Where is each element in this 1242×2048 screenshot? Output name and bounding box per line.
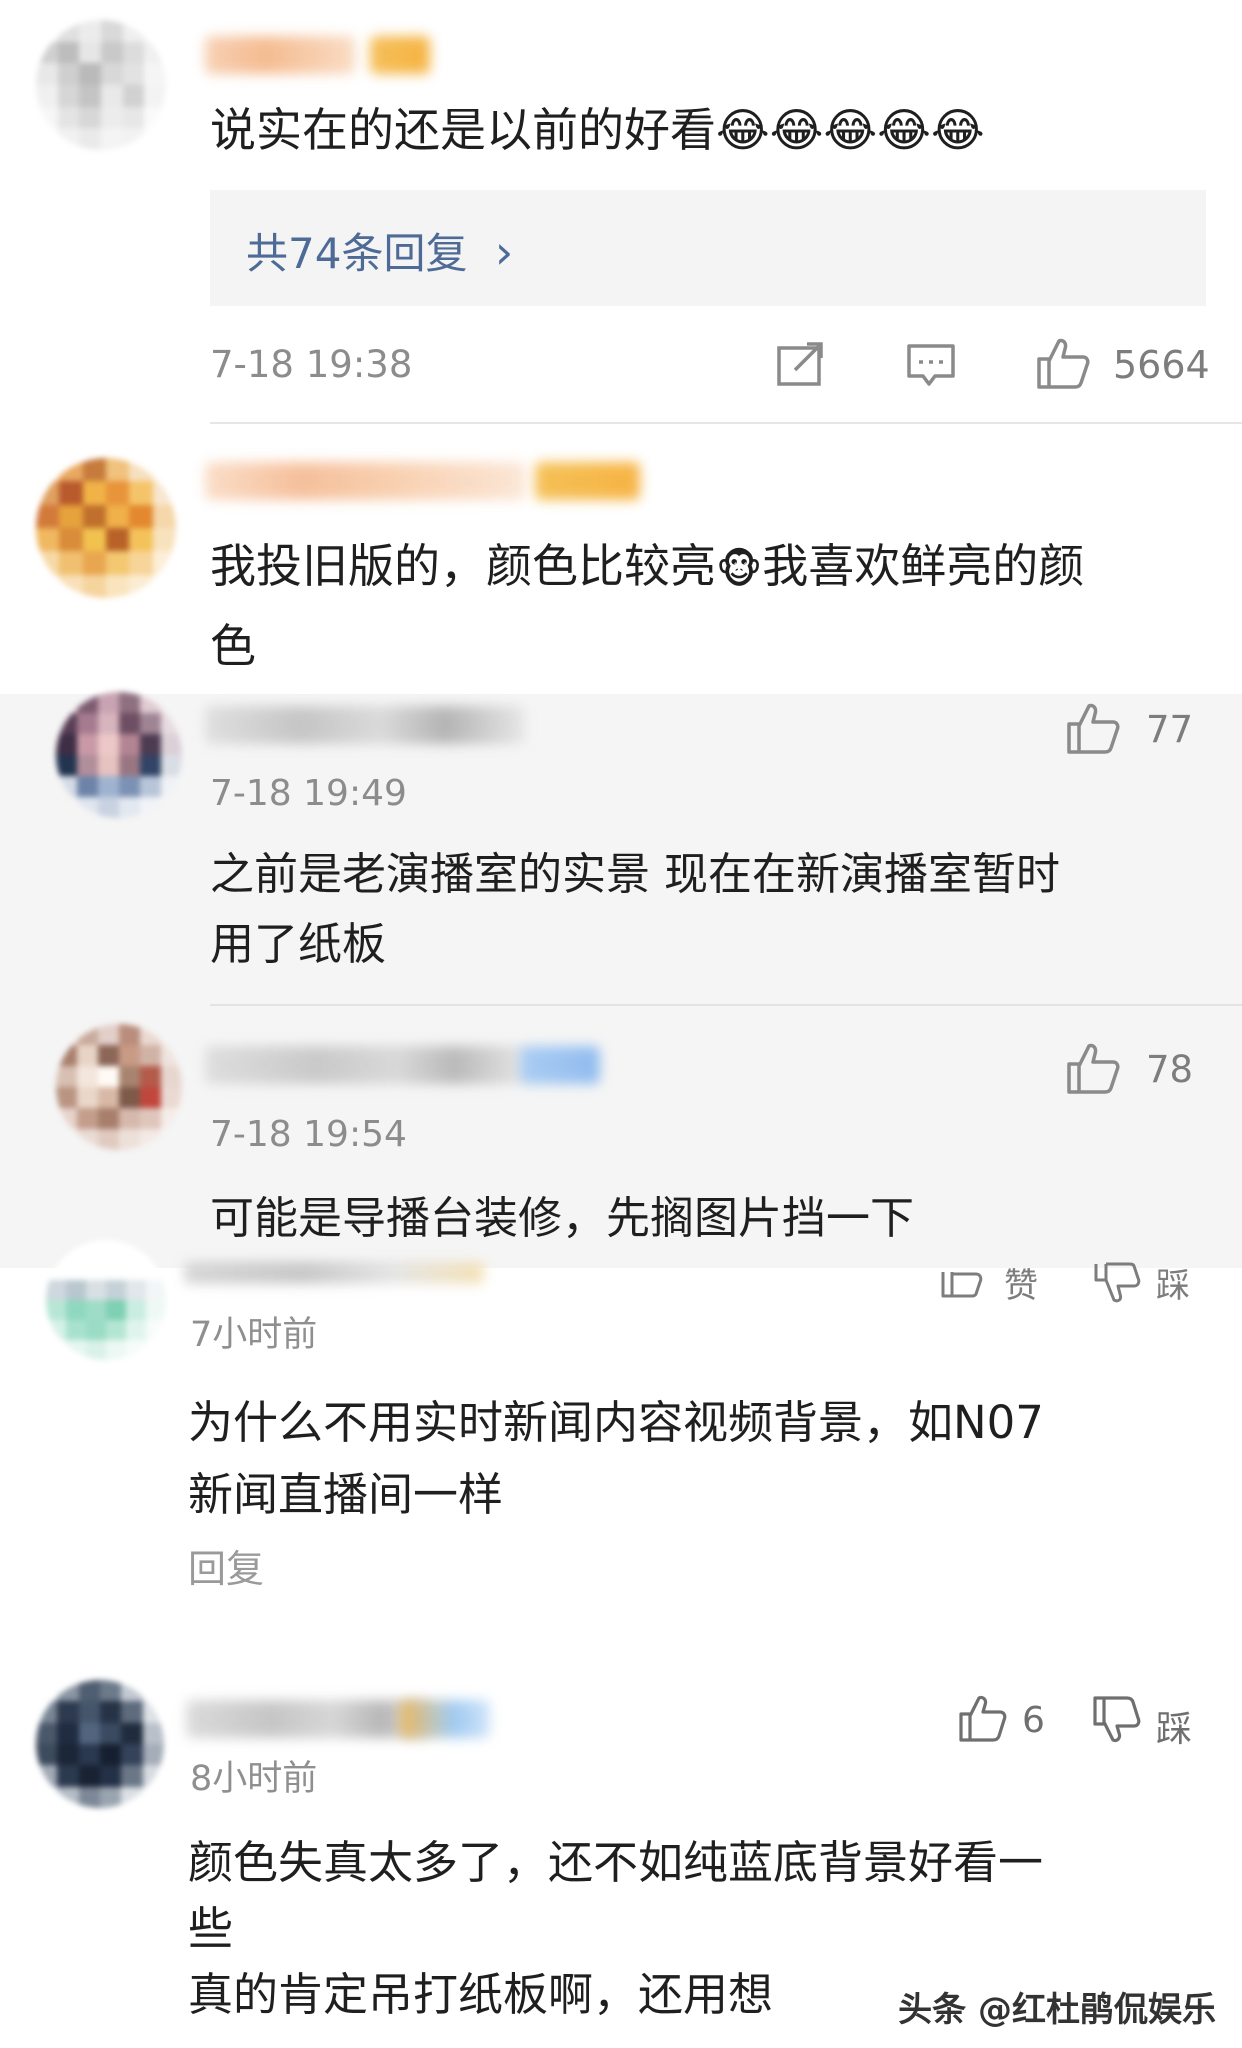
username-blurred[interactable] — [205, 1046, 525, 1084]
avatar[interactable] — [36, 1680, 164, 1808]
username-blurred[interactable] — [205, 462, 525, 500]
thumbs-up-icon[interactable] — [1035, 335, 1091, 391]
reply-body-line1: 可能是导播台装修，先搁图片挡一下 — [210, 1193, 914, 1244]
comment-body-line1: 为什么不用实时新闻内容视频背景，如N07 — [188, 1396, 1044, 1449]
comment-time: 7小时前 — [190, 1315, 318, 1355]
dislike-label[interactable]: 踩 — [1156, 1258, 1190, 1307]
username-blurred[interactable] — [205, 36, 355, 74]
divider — [210, 422, 1242, 424]
comment-body-line1b: 我喜欢鲜亮的颜 — [762, 539, 1085, 593]
like-label[interactable]: 赞 — [1004, 1258, 1038, 1307]
thumbs-down-icon[interactable] — [1092, 1694, 1142, 1746]
replies-count-label: 共74条回复 — [246, 229, 468, 278]
comment-time: 7-18 19:38 — [210, 343, 413, 386]
comment-body-line2: 些 — [188, 1902, 234, 1955]
avatar[interactable] — [56, 692, 182, 818]
like-count: 6 — [1022, 1700, 1045, 1741]
comment-body-line2: 新闻直播间一样 — [188, 1468, 504, 1521]
comment-time: 8小时前 — [190, 1759, 318, 1799]
avatar[interactable] — [36, 458, 176, 598]
share-icon[interactable] — [775, 340, 827, 388]
watermark: 头条 @红杜鹃侃娱乐 — [898, 1990, 1216, 2030]
user-badge-blurred — [535, 462, 640, 500]
dislike-label[interactable]: 踩 — [1156, 1700, 1192, 1752]
user-badge-blurred — [370, 36, 430, 74]
nested-replies-panel — [0, 694, 1242, 1268]
username-blurred[interactable] — [186, 1700, 431, 1738]
reply-time: 7-18 19:49 — [210, 773, 407, 814]
comment-text: 说实在的还是以前的好看😂😂😂😂😂 — [210, 94, 1190, 166]
reply-text: 可能是导播台装修，先搁图片挡一下 — [210, 1184, 1210, 1254]
replies-link[interactable]: 共74条回复 › — [246, 220, 513, 281]
user-badge-blurred — [400, 1700, 490, 1738]
comment-body: 说实在的还是以前的好看😂😂😂😂😂 — [210, 103, 985, 157]
avatar[interactable] — [46, 1240, 166, 1360]
reply-time: 7-18 19:54 — [210, 1114, 407, 1155]
reply-text: 之前是老演播室的实景 现在在新演播室暂时 用了纸板 — [210, 840, 1210, 980]
thumbs-up-icon[interactable] — [940, 1268, 984, 1300]
divider — [210, 1004, 1242, 1006]
comment-icon[interactable] — [905, 342, 957, 388]
username-blurred[interactable] — [184, 1262, 484, 1284]
thumbs-up-icon[interactable] — [1065, 700, 1121, 756]
avatar[interactable] — [36, 20, 166, 150]
thumbs-up-icon[interactable] — [1065, 1040, 1121, 1096]
like-count: 78 — [1146, 1048, 1194, 1091]
comment-text: 我投旧版的，颜色比较亮🐵我喜欢鲜亮的颜 色 — [210, 530, 1220, 682]
comment-body-line1: 我投旧版的，颜色比较亮 — [210, 539, 716, 593]
replies-box[interactable]: 共74条回复 › — [210, 190, 1206, 306]
reply-body-line1: 之前是老演播室的实景 现在在新演播室暂时 — [210, 849, 1060, 900]
avatar[interactable] — [56, 1024, 182, 1150]
comment-body-line1: 颜色失真太多了，还不如纯蓝底背景好看一 — [188, 1836, 1044, 1889]
reply-body-line2: 用了纸板 — [210, 919, 386, 970]
thumbs-down-icon[interactable] — [1092, 1262, 1142, 1306]
like-count: 5664 — [1113, 343, 1210, 387]
thumbs-up-icon[interactable] — [958, 1692, 1008, 1744]
reply-button[interactable]: 回复 — [188, 1538, 264, 1593]
comment-body-line2: 色 — [210, 618, 256, 673]
chevron-right-icon: › — [494, 225, 514, 279]
username-blurred[interactable] — [205, 706, 525, 744]
comment-text: 为什么不用实时新闻内容视频背景，如N07 新闻直播间一样 — [188, 1387, 1208, 1531]
like-count: 77 — [1146, 708, 1194, 751]
monkey-emoji-icon: 🐵 — [716, 546, 763, 593]
user-badge-blurred — [520, 1046, 600, 1084]
